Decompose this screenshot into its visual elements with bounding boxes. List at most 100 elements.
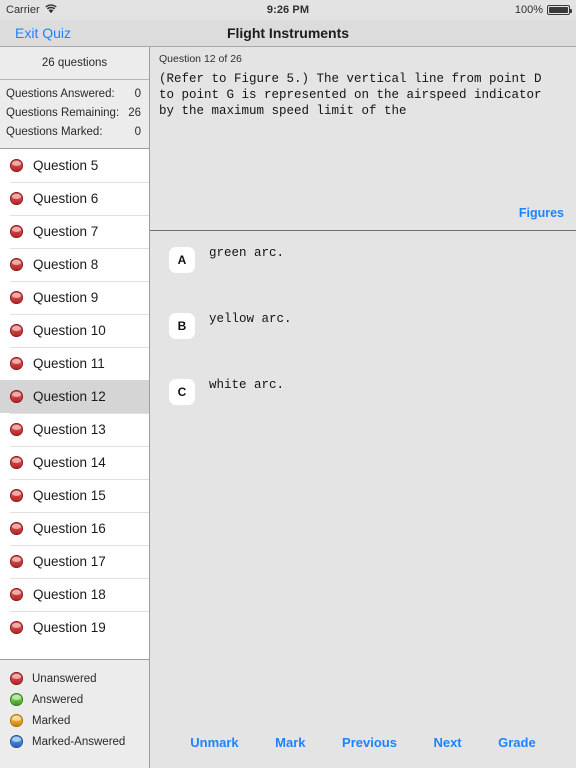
battery-percent-label: 100% <box>514 4 543 16</box>
status-legend: Unanswered Answered Marked Marked-Answered <box>0 660 149 768</box>
answer-option-text: green arc. <box>209 246 285 260</box>
question-list-item[interactable]: Question 18 <box>0 578 149 611</box>
stat-value: 26 <box>128 107 141 119</box>
question-list-item-label: Question 10 <box>33 323 106 338</box>
red-status-dot-icon <box>10 159 23 172</box>
orange-status-dot-icon <box>10 714 23 727</box>
figures-button[interactable]: Figures <box>519 206 564 220</box>
question-list-item-label: Question 12 <box>33 389 106 404</box>
red-status-dot-icon <box>10 621 23 634</box>
legend-item-label: Unanswered <box>32 672 97 685</box>
stat-questions-remaining: Questions Remaining: 26 <box>0 104 149 123</box>
answer-letter-badge: A <box>169 247 195 273</box>
question-counter: Question 12 of 26 <box>159 53 242 65</box>
question-list-item-label: Question 17 <box>33 554 106 569</box>
question-list-item[interactable]: Question 11 <box>0 347 149 380</box>
red-status-dot-icon <box>10 258 23 271</box>
question-list-item-label: Question 16 <box>33 521 106 536</box>
main-pane: Question 12 of 26 (Refer to Figure 5.) T… <box>150 47 576 768</box>
status-bar-right: 100% <box>514 4 572 16</box>
answer-options[interactable]: Agreen arc. Byellow arc. Cwhite arc. <box>150 231 576 716</box>
answer-option[interactable]: Byellow arc. <box>150 305 576 371</box>
question-list[interactable]: Question 5 Question 6 Question 7 Question 8… <box>0 149 149 660</box>
legend-item: Marked <box>10 710 149 731</box>
red-status-dot-icon <box>10 324 23 337</box>
red-status-dot-icon <box>10 423 23 436</box>
stat-label: Questions Remaining: <box>6 107 120 119</box>
question-list-item[interactable]: Question 9 <box>0 281 149 314</box>
question-list-item-label: Question 15 <box>33 488 106 503</box>
quiz-stats: Questions Answered: 0 Questions Remainin… <box>0 80 149 149</box>
red-status-dot-icon <box>10 291 23 304</box>
sidebar-header: 26 questions <box>0 47 149 80</box>
question-panel: Question 12 of 26 (Refer to Figure 5.) T… <box>150 47 576 231</box>
question-list-item-label: Question 5 <box>33 158 99 173</box>
green-status-dot-icon <box>10 693 23 706</box>
question-list-item[interactable]: Question 14 <box>0 446 149 479</box>
question-list-item[interactable]: Question 19 <box>0 611 149 644</box>
red-status-dot-icon <box>10 357 23 370</box>
stat-label: Questions Answered: <box>6 88 115 100</box>
question-list-item[interactable]: Question 8 <box>0 248 149 281</box>
stat-questions-marked: Questions Marked: 0 <box>0 123 149 142</box>
answer-option-text: yellow arc. <box>209 312 292 326</box>
red-status-dot-icon <box>10 672 23 685</box>
stat-value: 0 <box>134 126 141 138</box>
question-list-item[interactable]: Question 13 <box>0 413 149 446</box>
status-bar-time: 9:26 PM <box>266 4 310 16</box>
status-bar: Carrier 9:26 PM 100% <box>0 0 576 20</box>
question-list-item[interactable]: Question 17 <box>0 545 149 578</box>
toolbar-button-mark[interactable]: Mark <box>275 735 305 750</box>
red-status-dot-icon <box>10 225 23 238</box>
red-status-dot-icon <box>10 489 23 502</box>
stat-value: 0 <box>134 88 141 100</box>
question-list-item-label: Question 6 <box>33 191 99 206</box>
legend-item: Marked-Answered <box>10 731 149 752</box>
answer-letter-badge: B <box>169 313 195 339</box>
answer-option[interactable]: Agreen arc. <box>150 239 576 305</box>
stat-label: Questions Marked: <box>6 126 103 138</box>
red-status-dot-icon <box>10 555 23 568</box>
page-title: Flight Instruments <box>226 25 350 41</box>
question-list-item[interactable]: Question 7 <box>0 215 149 248</box>
blue-status-dot-icon <box>10 735 23 748</box>
stat-questions-answered: Questions Answered: 0 <box>0 85 149 104</box>
red-status-dot-icon <box>10 390 23 403</box>
question-list-item[interactable]: Question 16 <box>0 512 149 545</box>
question-list-item-label: Question 14 <box>33 455 106 470</box>
red-status-dot-icon <box>10 588 23 601</box>
question-list-item-label: Question 7 <box>33 224 99 239</box>
answer-letter-badge: C <box>169 379 195 405</box>
question-list-item-label: Question 9 <box>33 290 99 305</box>
legend-item: Unanswered <box>10 668 149 689</box>
legend-item: Answered <box>10 689 149 710</box>
toolbar-button-unmark[interactable]: Unmark <box>190 735 238 750</box>
bottom-toolbar: Unmark Mark Previous Next Grade <box>150 716 576 768</box>
legend-item-label: Marked-Answered <box>32 735 126 748</box>
question-list-item[interactable]: Question 15 <box>0 479 149 512</box>
question-list-item[interactable]: Question 12 <box>0 380 149 413</box>
toolbar-button-grade[interactable]: Grade <box>498 735 536 750</box>
content-split: 26 questions Questions Answered: 0 Quest… <box>0 47 576 768</box>
question-list-item[interactable]: Question 6 <box>0 182 149 215</box>
question-list-item[interactable]: Question 5 <box>0 149 149 182</box>
legend-item-label: Marked <box>32 714 71 727</box>
answer-option-text: white arc. <box>209 378 285 392</box>
red-status-dot-icon <box>10 522 23 535</box>
question-list-item-label: Question 11 <box>33 356 105 371</box>
question-text: (Refer to Figure 5.) The vertical line f… <box>159 72 542 118</box>
question-list-item-label: Question 19 <box>33 620 106 635</box>
toolbar-button-next[interactable]: Next <box>433 735 461 750</box>
nav-bar: Exit Quiz Flight Instruments <box>0 20 576 47</box>
sidebar: 26 questions Questions Answered: 0 Quest… <box>0 47 150 768</box>
question-list-item[interactable]: Question 10 <box>0 314 149 347</box>
quiz-app: Carrier 9:26 PM 100% Exit Quiz Flight In… <box>0 0 576 768</box>
question-list-item-label: Question 13 <box>33 422 106 437</box>
toolbar-button-previous[interactable]: Previous <box>342 735 397 750</box>
question-list-item-label: Question 8 <box>33 257 99 272</box>
answer-option[interactable]: Cwhite arc. <box>150 371 576 437</box>
red-status-dot-icon <box>10 456 23 469</box>
red-status-dot-icon <box>10 192 23 205</box>
legend-item-label: Answered <box>32 693 84 706</box>
battery-full-icon <box>547 5 572 15</box>
